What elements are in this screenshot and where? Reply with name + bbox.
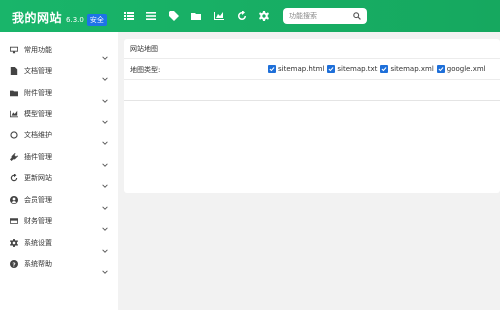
option-label: sitemap.txt — [337, 65, 378, 73]
sidebar: 常用功能 文档管理 附件管理 模型管理 文档维护 插件管理 更新网站 会员管理 — [0, 32, 118, 310]
divider — [124, 58, 500, 59]
sidebar-item-label: 会员管理 — [24, 195, 52, 204]
option-sitemap-txt[interactable]: sitemap.txt — [327, 65, 377, 73]
option-label: sitemap.xml — [390, 65, 434, 73]
checkbox-sitemap-txt[interactable] — [327, 65, 336, 73]
list-icon[interactable] — [124, 11, 134, 21]
sidebar-item-attachments[interactable]: 附件管理 — [0, 82, 118, 103]
sidebar-item-maintenance[interactable]: 文档维护 — [0, 124, 118, 145]
sidebar-item-label: 插件管理 — [24, 152, 52, 161]
checkmark-icon — [381, 67, 387, 72]
sidebar-item-update-site[interactable]: 更新网站 — [0, 167, 118, 188]
chevron-down-icon — [102, 217, 108, 231]
brand[interactable]: 我的网站 6.3.0 安全 — [12, 9, 107, 26]
option-sitemap-xml[interactable]: sitemap.xml — [380, 65, 434, 73]
version-label: 6.3.0 — [66, 16, 84, 24]
circle-icon — [10, 130, 18, 139]
sidebar-item-label: 附件管理 — [24, 88, 52, 97]
sitemap-panel: 网站地图 地图类型: sitemap.html sitemap.txt site… — [124, 39, 500, 193]
security-badge: 安全 — [86, 14, 107, 26]
chevron-down-icon — [102, 174, 108, 188]
sidebar-item-label: 财务管理 — [24, 216, 52, 225]
sidebar-item-label: 文档管理 — [24, 66, 52, 75]
sidebar-item-models[interactable]: 模型管理 — [0, 103, 118, 124]
option-sitemap-html[interactable]: sitemap.html — [268, 65, 324, 73]
sidebar-item-label: 系统设置 — [24, 238, 52, 247]
chevron-down-icon — [102, 239, 108, 253]
gear-icon[interactable] — [259, 11, 269, 21]
sidebar-item-settings[interactable]: 系统设置 — [0, 232, 118, 253]
chart-icon — [10, 110, 18, 118]
divider — [124, 100, 500, 101]
sidebar-item-label: 常用功能 — [24, 45, 52, 54]
chevron-down-icon — [102, 196, 108, 210]
gear-icon — [10, 238, 18, 247]
chevron-down-icon — [102, 46, 108, 60]
chevron-down-icon — [102, 131, 108, 145]
checkbox-sitemap-xml[interactable] — [380, 65, 389, 73]
sidebar-item-plugins[interactable]: 插件管理 — [0, 146, 118, 167]
sidebar-item-common[interactable]: 常用功能 — [0, 39, 118, 60]
refresh-icon — [10, 173, 18, 182]
document-icon — [10, 66, 18, 75]
chevron-down-icon — [102, 260, 108, 274]
sidebar-item-label: 系统帮助 — [24, 259, 52, 268]
monitor-icon — [10, 46, 18, 54]
checkmark-icon — [269, 67, 275, 72]
checkmark-icon — [438, 67, 444, 72]
option-label: google.xml — [446, 65, 486, 73]
svg-text:?: ? — [12, 262, 15, 268]
map-type-options: sitemap.html sitemap.txt sitemap.xml goo… — [268, 65, 489, 73]
search-box[interactable] — [283, 8, 367, 24]
sidebar-item-label: 文档维护 — [24, 130, 52, 139]
user-icon — [10, 195, 18, 204]
folder-icon[interactable] — [191, 11, 201, 21]
chevron-down-icon — [102, 110, 108, 124]
sidebar-item-help[interactable]: ? 系统帮助 — [0, 253, 118, 274]
chevron-down-icon — [102, 89, 108, 103]
plug-icon — [10, 152, 18, 161]
menu-icon[interactable] — [146, 11, 156, 21]
sidebar-item-members[interactable]: 会员管理 — [0, 189, 118, 210]
checkbox-google-xml[interactable] — [436, 65, 445, 73]
card-icon — [10, 217, 18, 225]
top-header: 我的网站 6.3.0 安全 — [0, 0, 500, 32]
sidebar-item-documents[interactable]: 文档管理 — [0, 60, 118, 81]
sidebar-item-label: 模型管理 — [24, 109, 52, 118]
folder-icon — [10, 89, 18, 97]
site-title: 我的网站 — [12, 11, 63, 25]
checkmark-icon — [328, 67, 334, 72]
search-input[interactable] — [289, 12, 347, 20]
search-icon[interactable] — [353, 12, 361, 20]
option-google-xml[interactable]: google.xml — [436, 65, 486, 73]
map-type-label: 地图类型: — [130, 66, 161, 74]
checkbox-sitemap-html[interactable] — [268, 65, 276, 73]
chevron-down-icon — [102, 67, 108, 81]
panel-title: 网站地图 — [130, 45, 158, 53]
help-icon: ? — [10, 259, 18, 268]
sidebar-item-finance[interactable]: 财务管理 — [0, 210, 118, 231]
option-label: sitemap.html — [278, 65, 325, 73]
sidebar-item-label: 更新网站 — [24, 173, 52, 182]
tag-icon[interactable] — [169, 11, 179, 21]
chart-icon[interactable] — [214, 11, 224, 21]
divider — [124, 79, 500, 80]
chevron-down-icon — [102, 153, 108, 167]
refresh-icon[interactable] — [237, 11, 247, 21]
